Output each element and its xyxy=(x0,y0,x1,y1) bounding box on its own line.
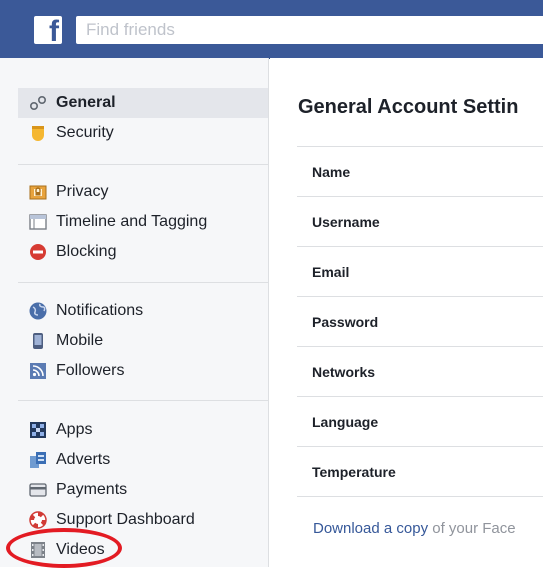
setting-row-email[interactable]: Email xyxy=(297,247,543,297)
timeline-icon xyxy=(28,212,48,232)
sidebar-item-label: Followers xyxy=(56,362,125,379)
sidebar-item-label: Privacy xyxy=(56,183,109,200)
sidebar-item-label: Adverts xyxy=(56,451,111,468)
sidebar-item-label: Videos xyxy=(56,541,105,558)
sidebar-item-label: Mobile xyxy=(56,332,104,349)
sidebar-item-payments[interactable]: Payments xyxy=(18,475,268,505)
download-copy-suffix: of your Face xyxy=(428,520,516,537)
sidebar-item-general[interactable]: General xyxy=(18,88,268,118)
settings-sidebar: General Security Privacy Timeline and Ta… xyxy=(0,58,269,567)
adverts-icon xyxy=(28,450,48,470)
sidebar-item-label: Payments xyxy=(56,481,128,498)
sidebar-item-label: Timeline and Tagging xyxy=(56,213,208,230)
sidebar-item-label: Support Dashboard xyxy=(56,511,195,528)
search-input[interactable] xyxy=(76,16,543,44)
globe-icon xyxy=(28,301,48,321)
mobile-icon xyxy=(28,331,48,351)
badge-icon xyxy=(28,123,48,143)
download-copy-link[interactable]: Download a copy xyxy=(313,520,428,537)
sidebar-item-blocking[interactable]: Blocking xyxy=(18,237,268,267)
sidebar-item-privacy[interactable]: Privacy xyxy=(18,177,268,207)
setting-label: Username xyxy=(312,213,380,230)
credit-card-icon xyxy=(28,480,48,500)
page-title: General Account Settin xyxy=(298,96,519,118)
top-navigation-bar: f xyxy=(0,0,543,59)
setting-label: Language xyxy=(312,413,379,430)
lock-icon xyxy=(28,182,48,202)
lifebuoy-icon xyxy=(28,510,48,530)
setting-row-networks[interactable]: Networks xyxy=(297,347,543,397)
sidebar-item-videos[interactable]: Videos xyxy=(18,535,268,565)
sidebar-item-label: Notifications xyxy=(56,302,144,319)
sidebar-item-label: Apps xyxy=(56,421,93,438)
sidebar-section-account: General Security xyxy=(18,88,268,148)
main-content: General Account Settin Name Username Ema… xyxy=(270,58,543,567)
rss-icon xyxy=(28,361,48,381)
setting-label: Networks xyxy=(312,363,376,380)
setting-label: Name xyxy=(312,163,351,180)
sidebar-item-mobile[interactable]: Mobile xyxy=(18,326,268,356)
setting-row-password[interactable]: Password xyxy=(297,297,543,347)
setting-label: Temperature xyxy=(312,463,396,480)
blocking-icon xyxy=(28,242,48,262)
sidebar-item-support-dashboard[interactable]: Support Dashboard xyxy=(18,505,268,535)
sidebar-section-apps: Apps Adverts Payments Support Dashboard … xyxy=(18,400,268,565)
settings-list: Name Username Email Password Networks La… xyxy=(297,146,543,497)
sidebar-item-label: Blocking xyxy=(56,243,117,260)
setting-label: Password xyxy=(312,313,379,330)
sidebar-item-notifications[interactable]: Notifications xyxy=(18,296,268,326)
sidebar-item-adverts[interactable]: Adverts xyxy=(18,445,268,475)
sidebar-item-security[interactable]: Security xyxy=(18,118,268,148)
film-icon xyxy=(28,540,48,560)
setting-row-username[interactable]: Username xyxy=(297,197,543,247)
download-copy-text: Download a copy of your Face xyxy=(313,520,516,537)
sidebar-section-privacy: Privacy Timeline and Tagging Blocking xyxy=(18,164,268,267)
sidebar-section-notifications: Notifications Mobile Followers xyxy=(18,282,268,386)
apps-icon xyxy=(28,420,48,440)
setting-row-temperature[interactable]: Temperature xyxy=(297,447,543,497)
sidebar-item-followers[interactable]: Followers xyxy=(18,356,268,386)
sidebar-item-label: Security xyxy=(56,124,114,141)
sidebar-item-timeline-and-tagging[interactable]: Timeline and Tagging xyxy=(18,207,268,237)
setting-label: Email xyxy=(312,263,350,280)
sidebar-item-label: General xyxy=(56,94,116,111)
setting-row-name[interactable]: Name xyxy=(297,147,543,197)
setting-row-language[interactable]: Language xyxy=(297,397,543,447)
sidebar-item-apps[interactable]: Apps xyxy=(18,415,268,445)
gears-icon xyxy=(28,93,48,113)
facebook-logo[interactable]: f xyxy=(34,16,62,47)
